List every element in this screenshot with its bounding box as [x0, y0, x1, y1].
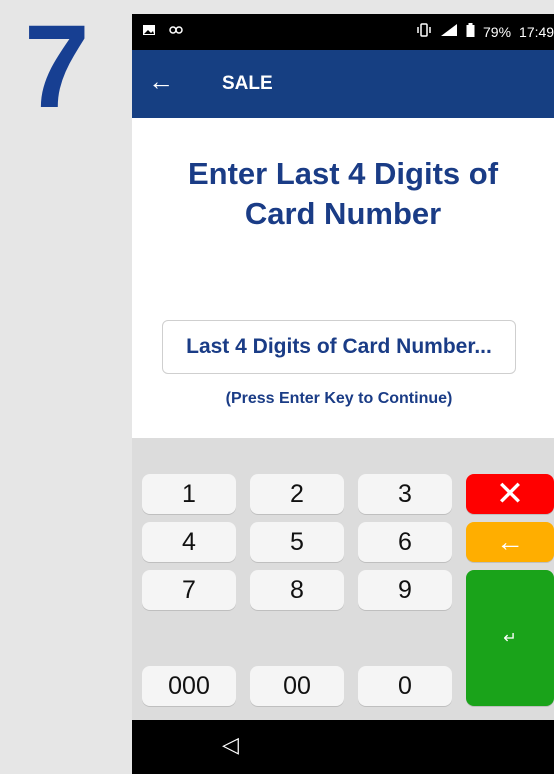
vibrate-icon [416, 23, 432, 40]
link-icon [168, 22, 184, 41]
key-000[interactable]: 000 [142, 666, 236, 706]
key-4[interactable]: 4 [142, 522, 236, 562]
key-0[interactable]: 0 [358, 666, 452, 706]
step-number: 7 [24, 1, 90, 133]
heading-line-1: Enter Last 4 Digits of [187, 156, 499, 191]
back-arrow-icon[interactable]: ← [148, 68, 174, 94]
status-right-icons: 79% 17:49 [416, 23, 554, 40]
page-title: SALE [222, 73, 273, 94]
status-bar: 79% 17:49 [132, 14, 554, 50]
battery-percent: 79% [483, 23, 512, 40]
heading-line-2: Card Number [244, 196, 442, 231]
key-9[interactable]: 9 [358, 570, 452, 610]
status-time: 17:49 [519, 23, 554, 40]
key-00[interactable]: 00 [250, 666, 344, 706]
image-icon [142, 23, 156, 40]
system-nav-bar: ◁ [132, 720, 554, 774]
enter-button[interactable]: ↵ [466, 570, 554, 706]
status-left-icons [142, 22, 184, 41]
backspace-button[interactable]: ← [466, 522, 554, 562]
key-5[interactable]: 5 [250, 522, 344, 562]
instruction-heading: Enter Last 4 Digits of Card Number [132, 154, 554, 234]
app-bar: ← SALE [132, 50, 554, 118]
key-6[interactable]: 6 [358, 522, 452, 562]
card-digits-input[interactable] [162, 320, 516, 374]
phone-screen: 79% 17:49 ← SALE Enter Last 4 Digits of … [132, 14, 554, 774]
battery-icon [466, 23, 475, 40]
cancel-button[interactable]: ✕ [466, 474, 554, 514]
nav-back-icon[interactable]: ◁ [222, 732, 239, 758]
keypad: 1 2 3 ✕ 4 5 6 ← 7 8 9 ↵ 000 00 0 [132, 438, 554, 720]
enter-hint: (Press Enter Key to Continue) [225, 390, 453, 407]
key-1[interactable]: 1 [142, 474, 236, 514]
key-8[interactable]: 8 [250, 570, 344, 610]
key-3[interactable]: 3 [358, 474, 452, 514]
key-2[interactable]: 2 [250, 474, 344, 514]
key-7[interactable]: 7 [142, 570, 236, 610]
signal-icon [440, 23, 458, 40]
